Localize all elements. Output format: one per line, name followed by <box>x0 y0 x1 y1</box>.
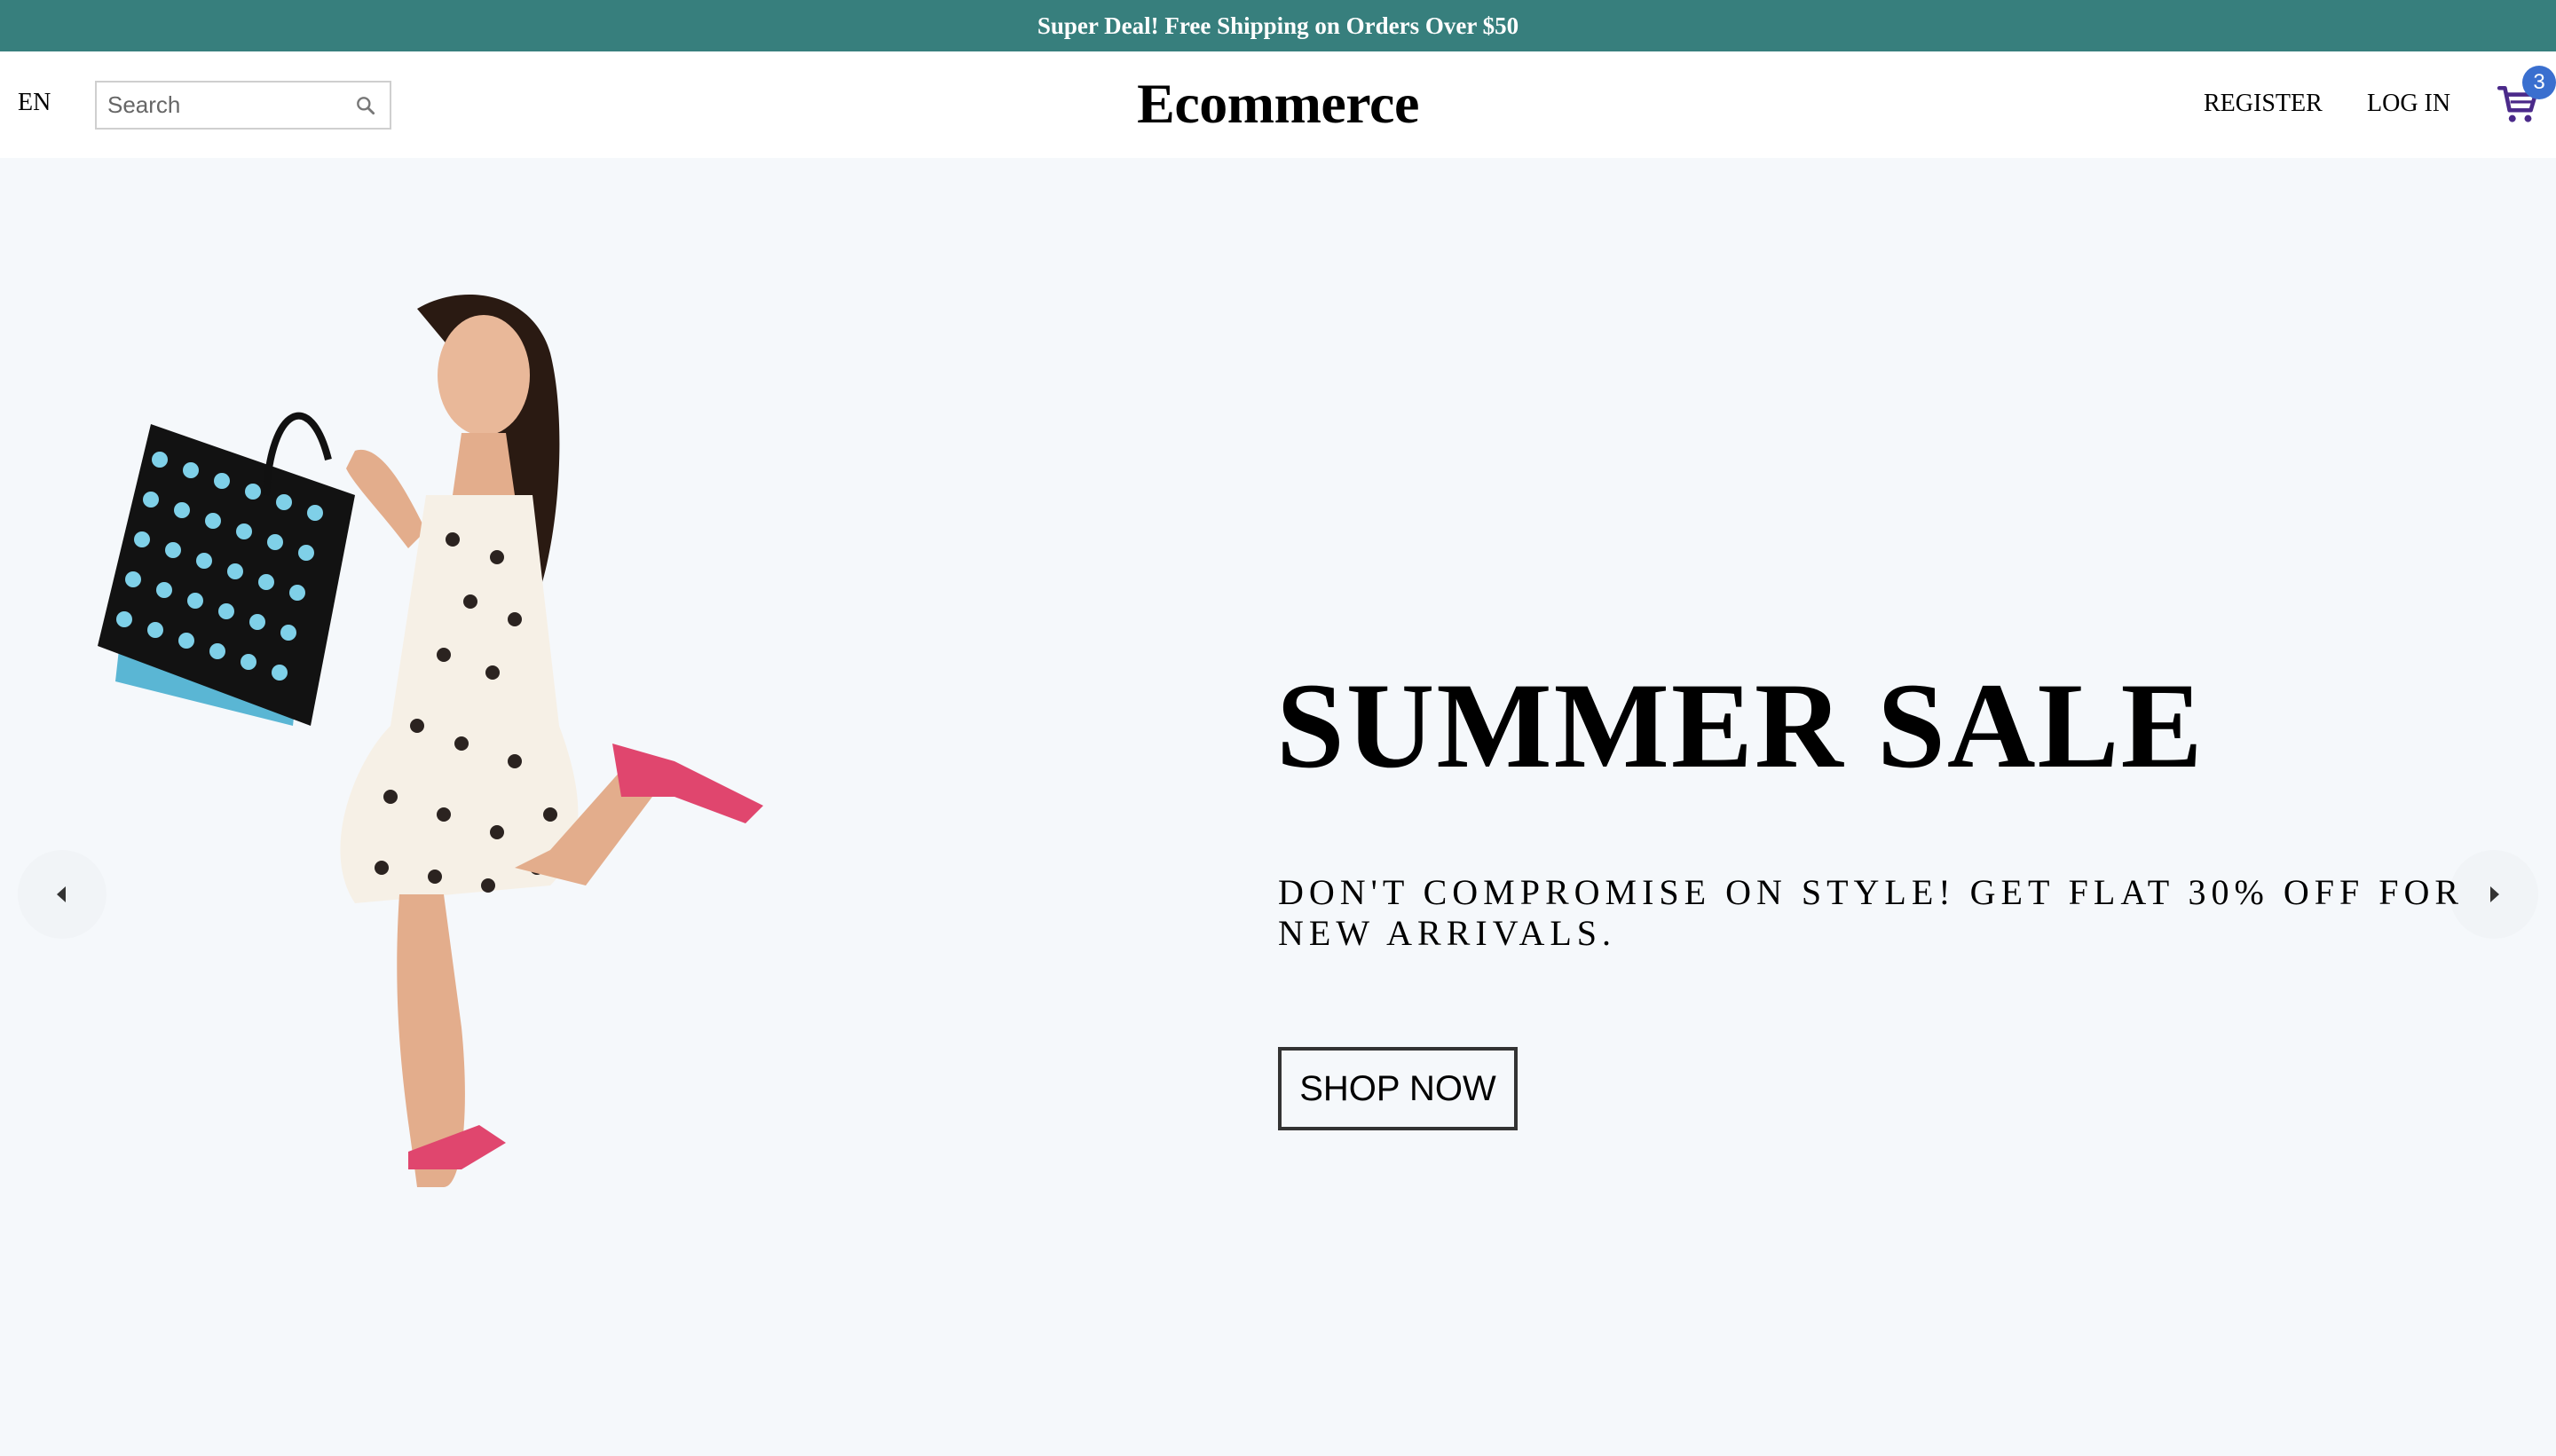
login-link[interactable]: LOG IN <box>2367 90 2450 118</box>
top-navbar: EN Ecommerce REGISTER LOG IN 3 <box>0 51 2556 158</box>
hero-description: DON'T COMPROMISE ON STYLE! GET FLAT 30% … <box>1278 872 2465 953</box>
search-input[interactable] <box>97 83 336 128</box>
site-logo[interactable]: Ecommerce <box>1137 72 1419 135</box>
slider-prev-button[interactable] <box>18 850 106 939</box>
chevron-right-icon <box>2490 886 2499 902</box>
announcement-bar: Super Deal! Free Shipping on Orders Over… <box>0 0 2556 51</box>
cart-count-badge: 3 <box>2522 66 2556 99</box>
search-icon[interactable] <box>354 94 377 117</box>
hero-slider: SUMMER SALE DON'T COMPROMISE ON STYLE! G… <box>0 158 2556 1456</box>
register-link[interactable]: REGISTER <box>2204 90 2323 118</box>
language-selector[interactable]: EN <box>18 89 51 117</box>
hero-title: SUMMER SALE <box>1276 657 2205 793</box>
search-box <box>95 81 391 130</box>
chevron-left-icon <box>57 886 66 902</box>
announcement-text: Super Deal! Free Shipping on Orders Over… <box>1037 12 1519 39</box>
shop-now-button[interactable]: SHOP NOW <box>1278 1047 1518 1130</box>
hero-image-woman-with-shopping-bags <box>98 295 763 1187</box>
